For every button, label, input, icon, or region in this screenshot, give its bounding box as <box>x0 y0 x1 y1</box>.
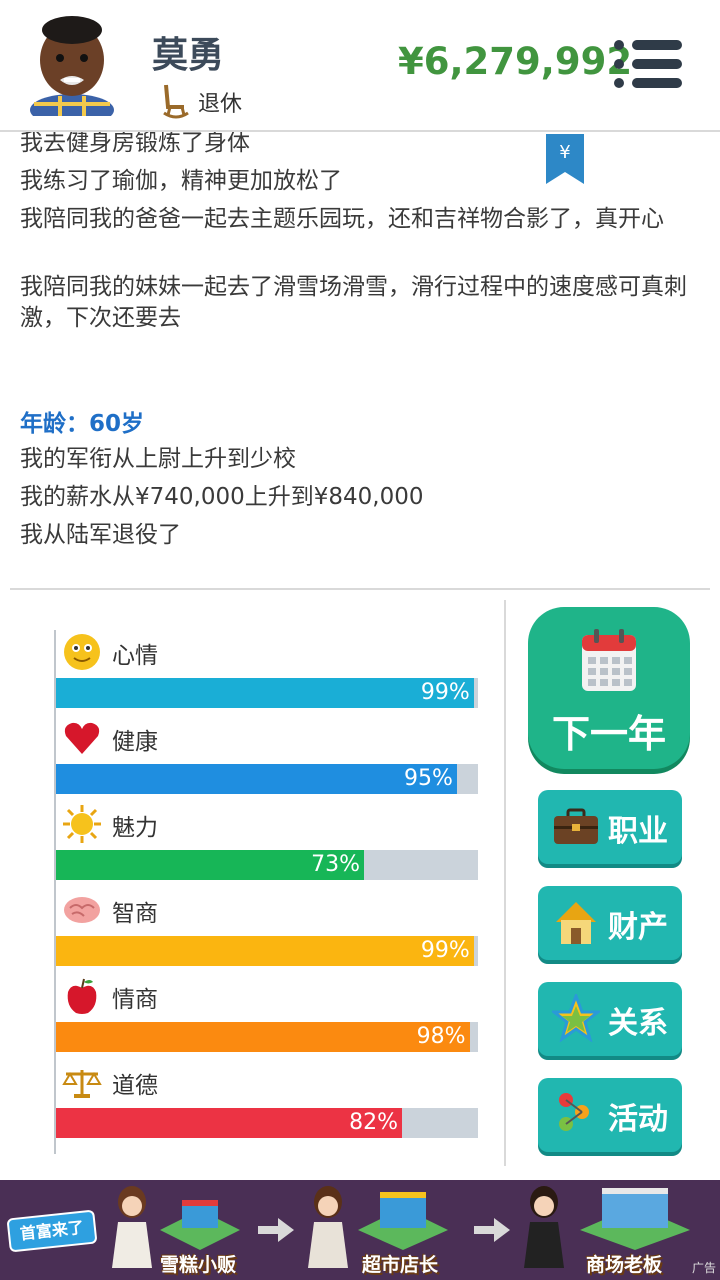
stat-fill: 82% <box>56 1108 403 1138</box>
stat-fill: 98% <box>56 1022 470 1052</box>
stat-fill: 99% <box>56 936 474 966</box>
stat-morality: 道德 82% <box>56 1062 480 1148</box>
menu-icon-dot <box>614 78 624 88</box>
player-name: 莫勇 <box>152 35 225 76</box>
activities-button[interactable]: 活动 <box>538 1078 682 1152</box>
status-label: 退休 <box>198 92 243 117</box>
stat-value: 99% <box>420 680 470 705</box>
stat-label: 情商 <box>112 987 158 1013</box>
stage-label: 商场老板 <box>586 1254 663 1276</box>
log-line: 我陪同我的爸爸一起去主题乐园玩，还和吉祥物合影了，真开心 <box>20 206 664 232</box>
log-line: 我从陆军退役了 <box>20 522 181 548</box>
star-icon <box>552 994 600 1042</box>
relations-button[interactable]: 关系 <box>538 982 682 1056</box>
stat-eq: 情商 98% <box>56 976 480 1062</box>
character-icon <box>524 1186 564 1268</box>
section-divider <box>10 588 710 590</box>
menu-icon-dot <box>614 59 624 69</box>
smiley-icon <box>64 634 100 670</box>
menu-button[interactable] <box>612 36 684 92</box>
activities-label: 活动 <box>608 1102 668 1137</box>
relations-label: 关系 <box>608 1006 668 1041</box>
dots-icon <box>559 1093 589 1131</box>
career-status: 退休 <box>160 82 242 122</box>
log-line: 我练习了瑜伽，精神更加放松了 <box>20 168 342 194</box>
stat-fill: 73% <box>56 850 365 880</box>
log-line: 我陪同我的妹妹一起去了滑雪场滑雪，滑行过程中的速度感可真刺激，下次还要去 <box>20 274 687 331</box>
stat-label: 魅力 <box>112 815 158 841</box>
calendar-icon <box>582 629 636 691</box>
stat-value: 99% <box>420 938 470 963</box>
age-heading: 年龄：60岁 <box>20 411 145 437</box>
mall-icon <box>580 1188 690 1250</box>
apple-icon <box>67 978 97 1014</box>
stat-track: 95% <box>56 764 478 794</box>
arrow-right-icon <box>258 1218 294 1242</box>
stat-track: 99% <box>56 678 478 708</box>
supermarket-icon <box>358 1192 448 1250</box>
sun-icon <box>63 805 101 843</box>
ad-banner[interactable]: 首富来了 雪糕小贩 超市店长 商场老板 广告 <box>0 1180 720 1280</box>
stat-track: 73% <box>56 850 478 880</box>
column-divider <box>504 600 506 1166</box>
money-balance: ¥6,279,992 <box>398 40 633 83</box>
shop-icon <box>160 1200 240 1250</box>
stat-track: 82% <box>56 1108 478 1138</box>
log-line: 我的军衔从上尉上升到少校 <box>20 446 296 472</box>
stat-label: 心情 <box>112 643 158 669</box>
heart-icon <box>64 722 100 754</box>
assets-label: 财产 <box>608 910 668 945</box>
house-icon <box>556 902 596 944</box>
career-button[interactable]: 职业 <box>538 790 682 864</box>
arrow-right-icon <box>474 1218 510 1242</box>
stat-value: 73% <box>311 852 361 877</box>
menu-icon <box>614 40 624 50</box>
stat-fill: 99% <box>56 678 474 708</box>
bookmark-icon[interactable]: ¥ <box>546 134 584 184</box>
next-year-label: 下一年 <box>551 712 666 756</box>
stat-fill: 95% <box>56 764 457 794</box>
next-year-button[interactable]: 下一年 <box>528 607 690 769</box>
character-icon <box>308 1186 348 1268</box>
menu-icon-bar <box>632 78 682 88</box>
avatar[interactable] <box>28 10 116 116</box>
log-line: 我的薪水从¥740,000上升到¥840,000 <box>20 484 424 510</box>
stat-health: 健康 95% <box>56 718 480 804</box>
svg-text:¥: ¥ <box>559 142 570 163</box>
stat-track: 98% <box>56 1022 478 1052</box>
stat-label: 智商 <box>112 901 158 927</box>
briefcase-icon <box>554 808 598 844</box>
brain-icon <box>64 897 100 923</box>
career-label: 职业 <box>608 814 668 849</box>
ad-tag: 广告 <box>691 1261 716 1275</box>
scales-icon <box>62 1070 102 1098</box>
stat-iq: 智商 99% <box>56 890 480 976</box>
top-bar: 莫勇 退休 ¥6,279,992 <box>0 0 720 132</box>
stat-value: 82% <box>349 1110 399 1135</box>
stat-value: 98% <box>416 1024 466 1049</box>
stage-label: 雪糕小贩 <box>160 1254 237 1276</box>
stat-mood: 心情 99% <box>56 632 480 718</box>
stat-track: 99% <box>56 936 478 966</box>
menu-icon-bar <box>632 40 682 50</box>
menu-icon-bar <box>632 59 682 69</box>
assets-button[interactable]: 财产 <box>538 886 682 960</box>
log-line: 我去健身房锻炼了身体 <box>20 132 250 156</box>
game-logo: 首富来了 <box>6 1209 98 1253</box>
character-icon <box>112 1186 152 1268</box>
stats-panel: 心情 99% 健康 95% 魅力 73% 智商 99% 情商 98% 道德 82… <box>54 630 480 1154</box>
stat-value: 95% <box>403 766 453 791</box>
stat-charm: 魅力 73% <box>56 804 480 890</box>
stat-label: 道德 <box>112 1073 158 1099</box>
stage-label: 超市店长 <box>362 1254 439 1276</box>
event-log[interactable]: 我去健身房锻炼了身体 我练习了瑜伽，精神更加放松了 我陪同我的爸爸一起去主题乐园… <box>0 132 720 588</box>
rocking-chair-icon <box>163 84 189 119</box>
stat-label: 健康 <box>112 729 158 755</box>
